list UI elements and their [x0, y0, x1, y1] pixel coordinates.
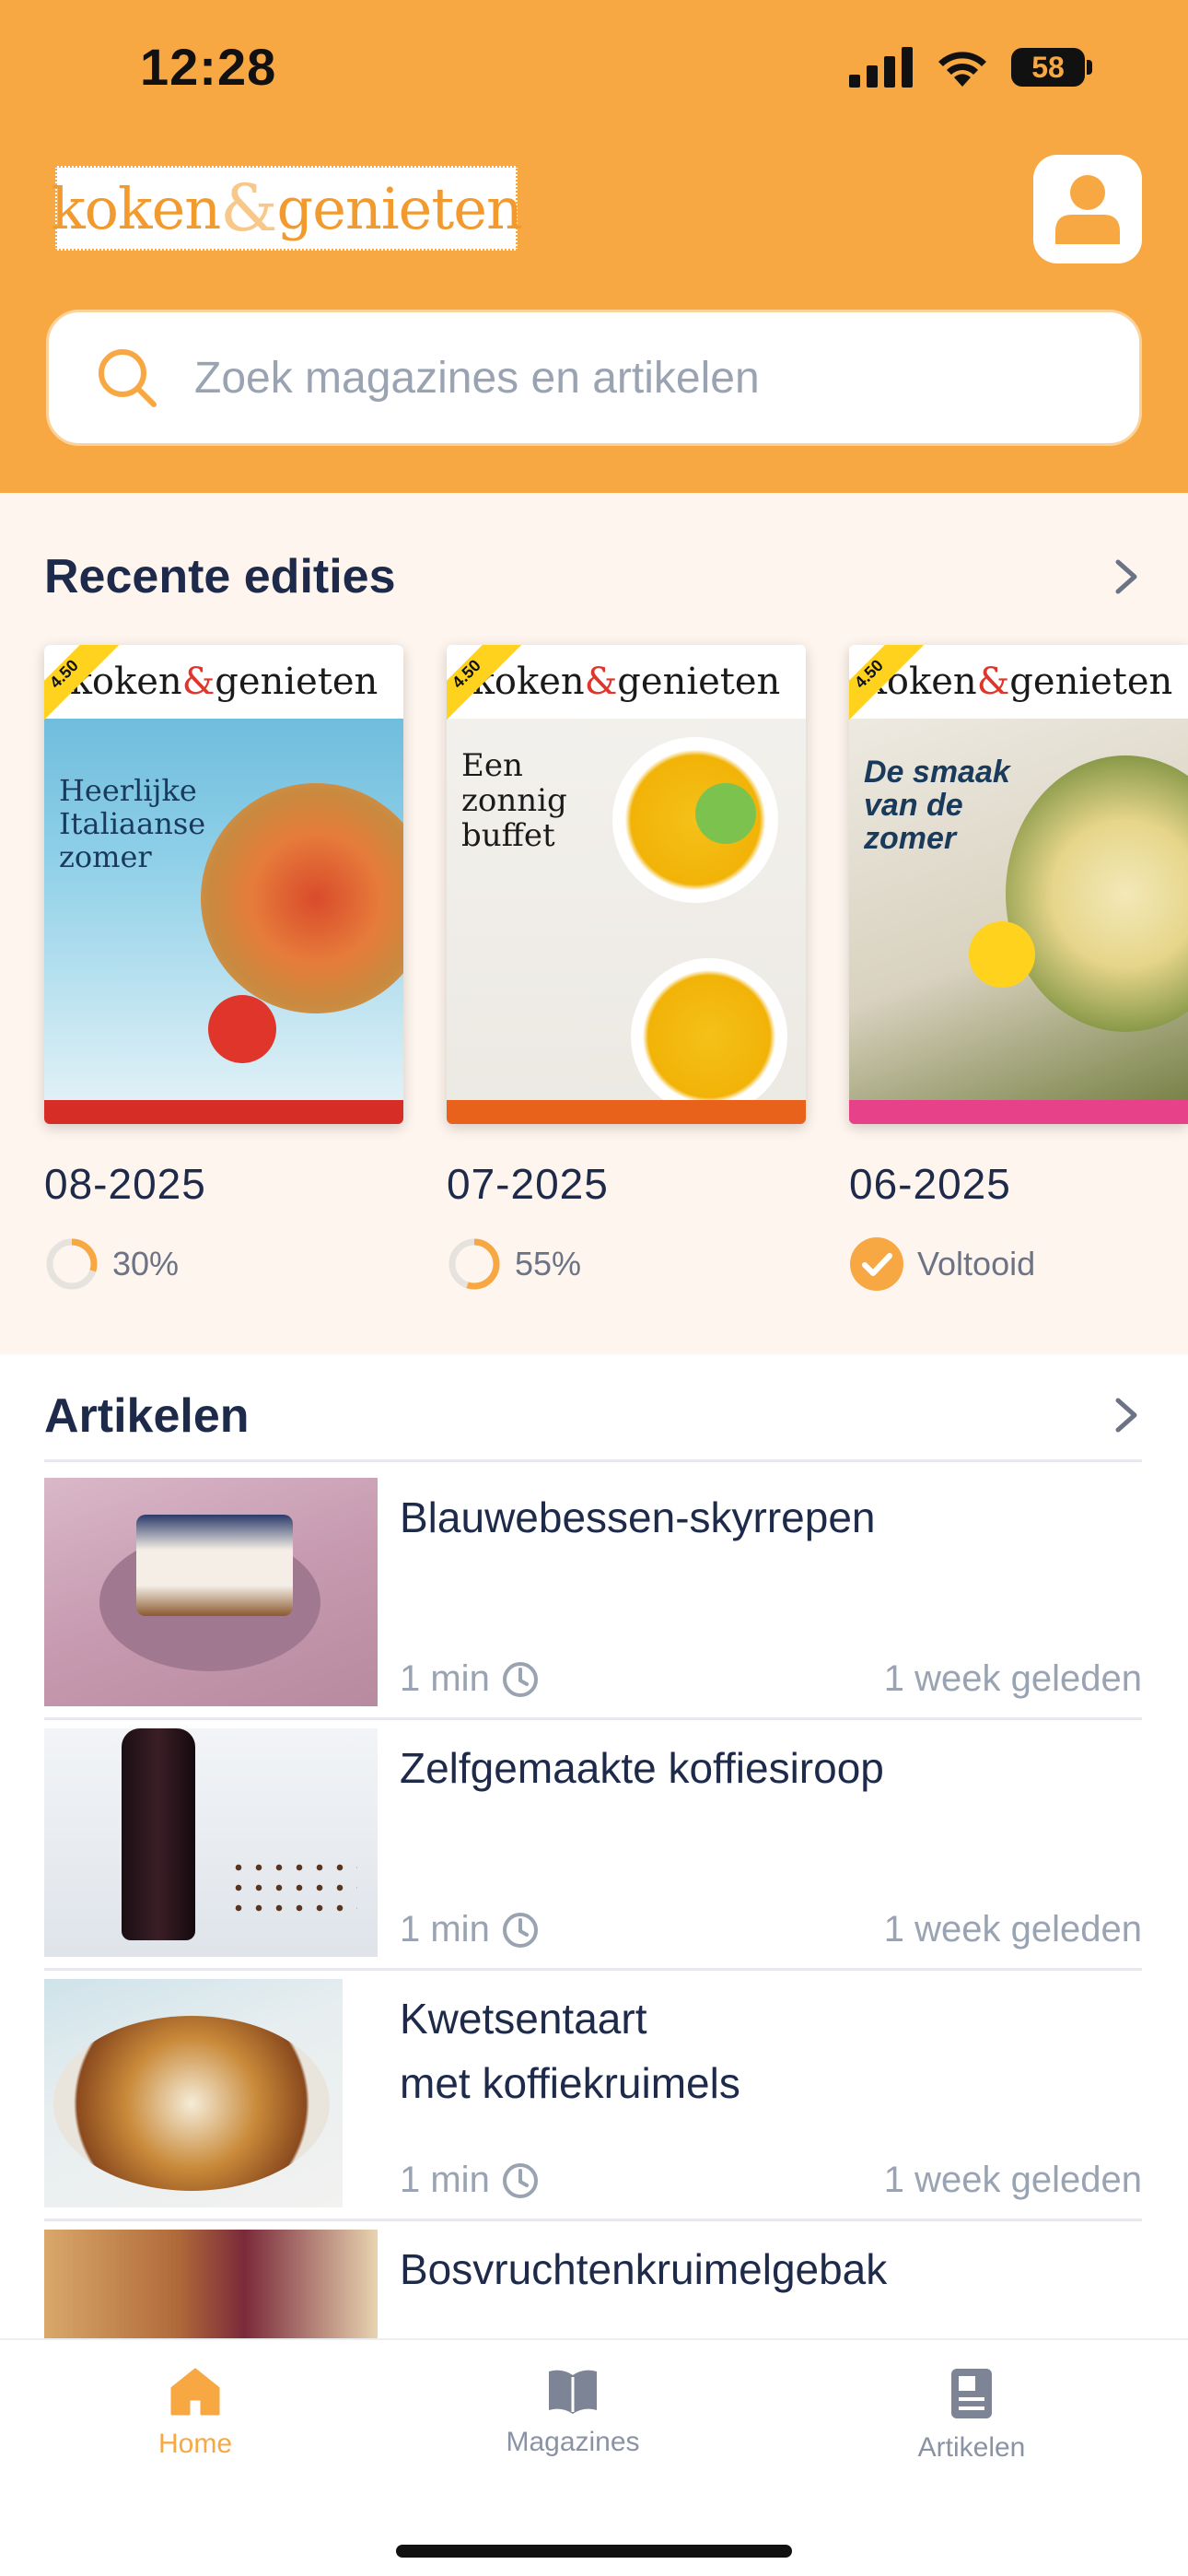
signal-icon [849, 47, 913, 88]
published-ago: 1 week geleden [883, 1909, 1142, 1950]
article-thumbnail [44, 1979, 343, 2207]
issue-date: 06-2025 [849, 1160, 1011, 1208]
published-ago: 1 week geleden [883, 1658, 1142, 1699]
logo-ampersand: & [220, 170, 277, 246]
article-item[interactable]: Bosvruchtenkruimelgebak [44, 2230, 1142, 2338]
read-time-label: 1 min [400, 1909, 490, 1950]
magazine-cover-07-2025[interactable]: koken & genieten 4.50 Een zonnig buffet [447, 645, 806, 1124]
tab-articles[interactable]: Artikelen [879, 2368, 1064, 2464]
reading-progress: Voltooid [849, 1236, 1035, 1292]
article-title-line: met koffiekruimels [400, 2059, 740, 2107]
wifi-icon [938, 52, 986, 87]
chevron-right-icon[interactable] [1112, 556, 1140, 597]
divider [44, 2219, 1142, 2221]
read-time-label: 1 min [400, 1658, 490, 1699]
read-time: 1 min [400, 2160, 540, 2201]
tab-label: Artikelen [917, 2432, 1026, 2463]
cover-headline: Een zonnig buffet [461, 747, 567, 854]
article-title-line: Kwetsentaart [400, 1995, 647, 2043]
progress-label: Voltooid [917, 1245, 1036, 1282]
recent-editions-title: Recente edities [44, 550, 396, 603]
read-time: 1 min [400, 1658, 540, 1700]
article-title: Blauwebessen-skyrrepen [400, 1493, 876, 1541]
progress-ring-icon [46, 1238, 98, 1290]
article-item[interactable]: Blauwebessen-skyrrepen 1 min 1 week gele… [44, 1478, 1142, 1706]
search-input[interactable]: Zoek magazines en artikelen [46, 310, 1142, 446]
published-ago: 1 week geleden [883, 2160, 1142, 2200]
read-time: 1 min [400, 1909, 540, 1950]
clock-icon [502, 1912, 538, 1948]
divider [44, 1968, 1142, 1971]
tab-home[interactable]: Home [103, 2368, 287, 2460]
search-placeholder: Zoek magazines en artikelen [194, 353, 760, 403]
app-header: 12:28 58 koken & genieten Zoek magazines… [0, 0, 1188, 493]
divider [44, 1717, 1142, 1720]
battery-icon: 58 [1011, 48, 1092, 87]
cover-headline: Heerlijke Italiaanse zomer [59, 773, 206, 874]
issue-date: 07-2025 [447, 1160, 609, 1208]
home-icon [170, 2368, 220, 2416]
article-icon [951, 2369, 992, 2418]
clock-icon [502, 1661, 538, 1697]
chevron-right-icon[interactable] [1112, 1395, 1140, 1435]
article-title: Bosvruchtenkruimelgebak [400, 2245, 888, 2293]
article-thumbnail [44, 2230, 378, 2338]
tab-label: Home [157, 2429, 233, 2459]
cover-headline: De smaak van de zomer [864, 755, 1010, 856]
article-item[interactable]: Kwetsentaart met koffiekruimels 1 min 1 … [44, 1979, 1142, 2207]
article-item[interactable]: Zelfgemaakte koffiesiroop 1 min 1 week g… [44, 1728, 1142, 1957]
logo-text-left: koken [51, 174, 221, 242]
issue-date: 08-2025 [44, 1160, 206, 1208]
brand-logo: koken & genieten [51, 166, 523, 251]
read-time-label: 1 min [400, 2160, 490, 2200]
logo-text-right: genieten [276, 174, 523, 242]
article-title: Kwetsentaart met koffiekruimels [400, 1986, 1136, 2115]
checkmark-circle-icon [850, 1237, 903, 1291]
user-icon [1055, 175, 1120, 244]
status-time: 12:28 [140, 38, 277, 96]
tab-magazines[interactable]: Magazines [481, 2368, 665, 2458]
search-icon [99, 349, 157, 407]
progress-label: 55% [515, 1245, 582, 1282]
article-thumbnail [44, 1728, 378, 1957]
tab-bar: Home Magazines Artikelen [0, 2338, 1188, 2576]
progress-ring-icon [448, 1238, 500, 1290]
clock-icon [502, 2162, 538, 2198]
article-title: Zelfgemaakte koffiesiroop [400, 1744, 884, 1792]
reading-progress: 30% [44, 1236, 179, 1292]
magazine-cover-08-2025[interactable]: koken & genieten 4.50 Heerlijke Italiaanse… [44, 645, 403, 1124]
home-indicator [396, 2545, 792, 2558]
status-icons: 58 [849, 46, 1092, 88]
progress-label: 30% [112, 1245, 180, 1282]
battery-level: 58 [1031, 50, 1065, 84]
tab-label: Magazines [506, 2427, 640, 2457]
book-icon [549, 2370, 597, 2414]
article-thumbnail [44, 1478, 378, 1706]
reading-progress: 55% [447, 1236, 581, 1292]
articles-title: Artikelen [44, 1389, 250, 1443]
magazine-cover-06-2025[interactable]: koken & genieten 4.50 De smaak van de zome… [849, 645, 1188, 1124]
divider [44, 1459, 1142, 1462]
profile-button[interactable] [1033, 155, 1142, 263]
